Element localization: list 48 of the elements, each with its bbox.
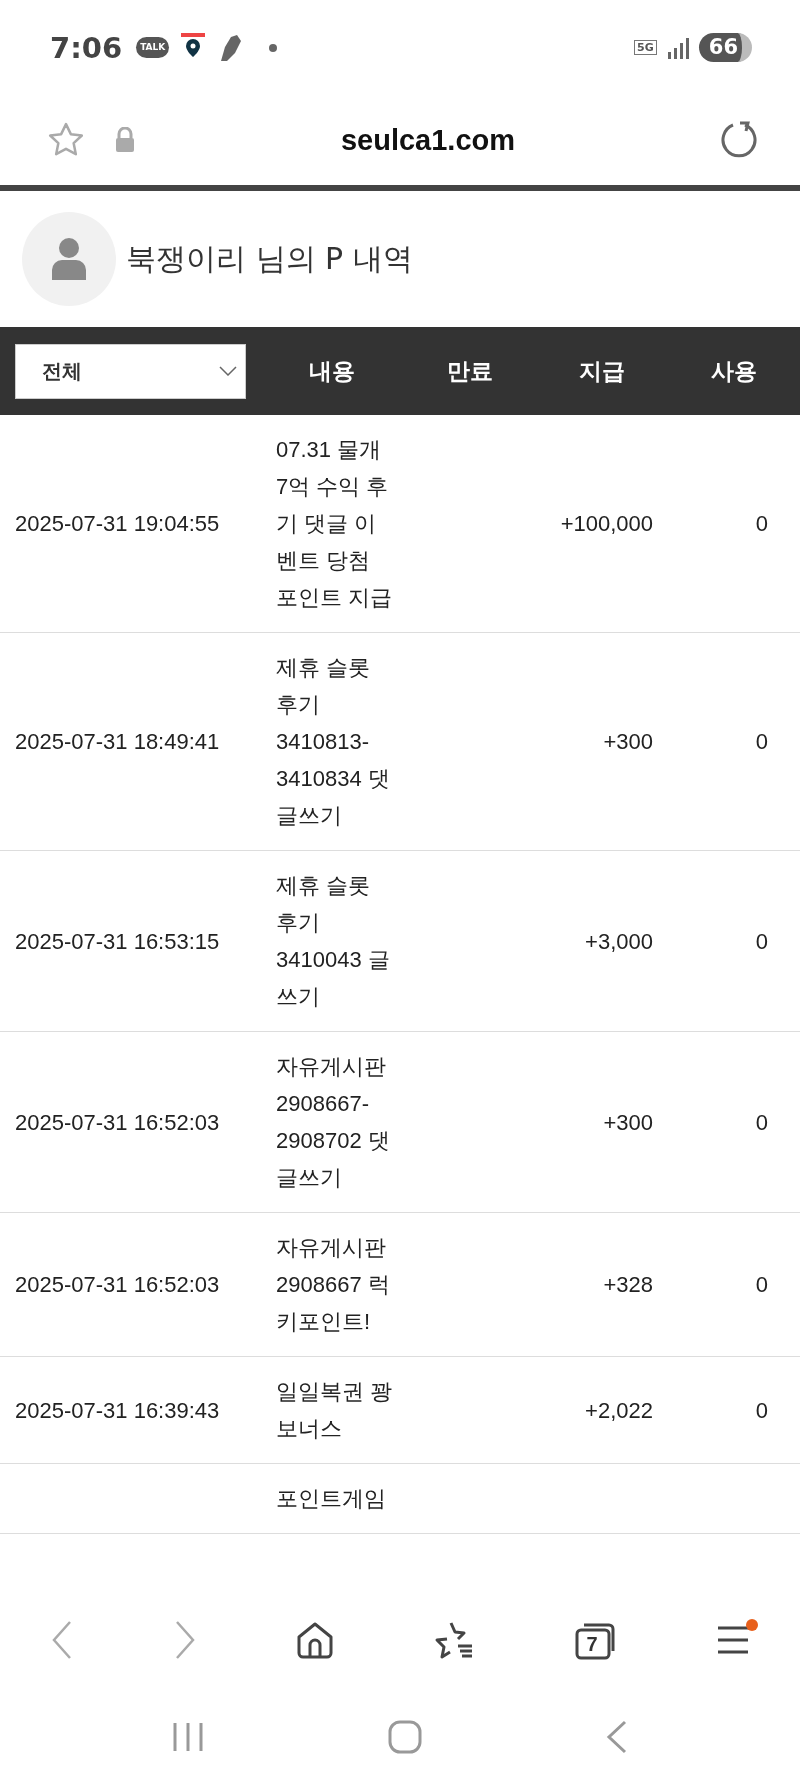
- page-title: 북쟁이리 님의 P 내역: [126, 239, 413, 278]
- home-button-icon[interactable]: [388, 1720, 422, 1754]
- forward-icon[interactable]: [173, 1620, 197, 1660]
- given-cell: +300: [603, 729, 653, 754]
- content-cell: 제휴 슬롯 후기 3410813-3410834 댓글쓰기: [276, 655, 390, 828]
- menu-icon[interactable]: [716, 1625, 751, 1655]
- given-cell: +328: [603, 1272, 653, 1297]
- column-header: 만료: [445, 356, 494, 386]
- url-text[interactable]: seulca1.com: [136, 123, 720, 157]
- used-cell: 0: [755, 729, 768, 754]
- column-header: 지급: [578, 356, 626, 386]
- notification-dot: [269, 43, 278, 52]
- battery-indicator: 66: [698, 32, 752, 63]
- signal-icon: [666, 35, 689, 60]
- used-cell: 0: [755, 1109, 768, 1135]
- column-header: 사용: [709, 356, 758, 386]
- network-indicator: 5G: [634, 40, 657, 55]
- clock: 7:06: [50, 30, 123, 65]
- given-cell: +100,000: [560, 511, 653, 536]
- reload-icon[interactable]: [720, 120, 760, 160]
- filter-dropdown[interactable]: 전체: [15, 343, 246, 399]
- used-cell: 0: [755, 511, 768, 536]
- home-icon[interactable]: [296, 1621, 335, 1659]
- person-icon: [52, 238, 86, 280]
- content-cell: 자유게시판 2908667-2908702 댓글쓰기: [276, 1054, 390, 1190]
- content-cell: 일일복권 꽝 보너스: [276, 1379, 393, 1441]
- date-cell: 2025-07-31 16:52:03: [15, 1272, 220, 1297]
- date-cell: 2025-07-31 19:04:55: [15, 511, 220, 536]
- used-cell: 0: [755, 1272, 768, 1297]
- date-cell: 2025-07-31 16:53:15: [15, 928, 220, 954]
- content-cell: 07.31 물개 7억 수익 후기 댓글 이벤트 당첨 포인트 지급: [276, 437, 393, 610]
- chat-notification-icon: TALK: [136, 37, 170, 58]
- date-cell: 2025-07-31 18:49:41: [15, 729, 220, 754]
- given-cell: +3,000: [585, 928, 653, 954]
- given-cell: +300: [603, 1109, 653, 1135]
- content-cell: 제휴 슬롯 후기 3410043 글쓰기: [276, 873, 390, 1009]
- used-cell: 0: [755, 1397, 768, 1423]
- recent-apps-icon[interactable]: [171, 1721, 206, 1753]
- content-cell: 포인트게임: [276, 1486, 386, 1511]
- used-cell: 0: [755, 928, 768, 954]
- date-cell: 2025-07-31 16:52:03: [15, 1109, 220, 1135]
- back-icon[interactable]: [604, 1720, 629, 1754]
- date-cell: 2025-07-31 16:39:43: [15, 1397, 220, 1423]
- given-cell: +2,022: [585, 1397, 653, 1423]
- column-header: 내용: [308, 356, 356, 386]
- content-cell: 자유게시판 2908667 럭키포인트!: [276, 1235, 390, 1334]
- chevron-down-icon: [219, 366, 237, 376]
- lock-icon: [114, 127, 136, 153]
